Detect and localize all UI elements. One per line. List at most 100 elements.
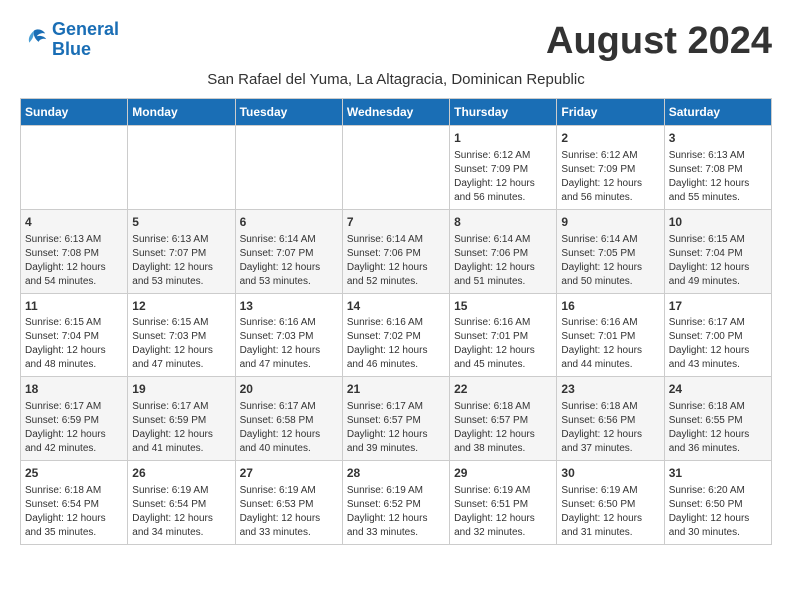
day-number: 20 (240, 381, 338, 398)
calendar-cell: 26 Sunrise: 6:19 AM Sunset: 6:54 PM Dayli… (128, 461, 235, 545)
calendar-cell: 3Sunrise: 6:13 AM Sunset: 7:08 PM Daylig… (664, 126, 771, 210)
day-number: 24 (669, 381, 767, 398)
calendar-cell (128, 126, 235, 210)
day-info: Sunrise: 6:19 AM Sunset: 6:54 PM Dayligh… (132, 484, 230, 540)
calendar-cell (235, 126, 342, 210)
day-number: 17 (669, 298, 767, 315)
day-number: 1 (454, 130, 552, 147)
calendar-cell: 8 Sunrise: 6:14 AM Sunset: 7:06 PM Daylig… (450, 209, 557, 293)
day-info: Sunrise: 6:15 AM Sunset: 7:04 PM Dayligh… (25, 316, 123, 372)
day-number: 27 (240, 465, 338, 482)
day-number: 7 (347, 214, 445, 231)
header-day-tuesday: Tuesday (235, 99, 342, 126)
day-info: Sunrise: 6:15 AM Sunset: 7:03 PM Dayligh… (132, 316, 230, 372)
calendar-cell: 16Sunrise: 6:16 AM Sunset: 7:01 PM Dayli… (557, 293, 664, 377)
calendar-table: SundayMondayTuesdayWednesdayThursdayFrid… (20, 98, 772, 545)
day-number: 11 (25, 298, 123, 315)
calendar-cell: 4 Sunrise: 6:13 AM Sunset: 7:08 PM Daylig… (21, 209, 128, 293)
calendar-cell: 23Sunrise: 6:18 AM Sunset: 6:56 PM Dayli… (557, 377, 664, 461)
day-info: Sunrise: 6:16 AM Sunset: 7:01 PM Dayligh… (454, 316, 552, 372)
header-row: SundayMondayTuesdayWednesdayThursdayFrid… (21, 99, 772, 126)
day-number: 28 (347, 465, 445, 482)
day-info: Sunrise: 6:16 AM Sunset: 7:02 PM Dayligh… (347, 316, 445, 372)
day-number: 10 (669, 214, 767, 231)
day-number: 21 (347, 381, 445, 398)
calendar-body: 1 Sunrise: 6:12 AM Sunset: 7:09 PM Daylig… (21, 126, 772, 545)
day-number: 12 (132, 298, 230, 315)
day-info: Sunrise: 6:19 AM Sunset: 6:50 PM Dayligh… (561, 484, 659, 540)
day-number: 6 (240, 214, 338, 231)
day-info: Sunrise: 6:14 AM Sunset: 7:06 PM Dayligh… (454, 233, 552, 289)
calendar-cell: 12Sunrise: 6:15 AM Sunset: 7:03 PM Dayli… (128, 293, 235, 377)
day-info: Sunrise: 6:12 AM Sunset: 7:09 PM Dayligh… (454, 149, 552, 205)
day-info: Sunrise: 6:18 AM Sunset: 6:56 PM Dayligh… (561, 400, 659, 456)
day-number: 8 (454, 214, 552, 231)
day-info: Sunrise: 6:18 AM Sunset: 6:57 PM Dayligh… (454, 400, 552, 456)
day-number: 25 (25, 465, 123, 482)
day-info: Sunrise: 6:14 AM Sunset: 7:07 PM Dayligh… (240, 233, 338, 289)
calendar-cell: 30Sunrise: 6:19 AM Sunset: 6:50 PM Dayli… (557, 461, 664, 545)
day-number: 3 (669, 130, 767, 147)
calendar-cell: 5 Sunrise: 6:13 AM Sunset: 7:07 PM Daylig… (128, 209, 235, 293)
day-number: 15 (454, 298, 552, 315)
day-info: Sunrise: 6:13 AM Sunset: 7:08 PM Dayligh… (25, 233, 123, 289)
week-row-5: 25 Sunrise: 6:18 AM Sunset: 6:54 PM Dayli… (21, 461, 772, 545)
day-info: Sunrise: 6:20 AM Sunset: 6:50 PM Dayligh… (669, 484, 767, 540)
day-number: 26 (132, 465, 230, 482)
day-number: 22 (454, 381, 552, 398)
day-number: 5 (132, 214, 230, 231)
day-info: Sunrise: 6:17 AM Sunset: 6:59 PM Dayligh… (132, 400, 230, 456)
calendar-cell: 28Sunrise: 6:19 AM Sunset: 6:52 PM Dayli… (342, 461, 449, 545)
day-number: 19 (132, 381, 230, 398)
day-info: Sunrise: 6:16 AM Sunset: 7:03 PM Dayligh… (240, 316, 338, 372)
calendar-cell: 6 Sunrise: 6:14 AM Sunset: 7:07 PM Daylig… (235, 209, 342, 293)
month-title: August 2024 (546, 20, 772, 63)
day-info: Sunrise: 6:19 AM Sunset: 6:53 PM Dayligh… (240, 484, 338, 540)
day-number: 31 (669, 465, 767, 482)
calendar-cell: 13Sunrise: 6:16 AM Sunset: 7:03 PM Dayli… (235, 293, 342, 377)
calendar-cell: 22 Sunrise: 6:18 AM Sunset: 6:57 PM Dayli… (450, 377, 557, 461)
calendar-cell: 1 Sunrise: 6:12 AM Sunset: 7:09 PM Daylig… (450, 126, 557, 210)
logo: General Blue (20, 20, 119, 60)
calendar-cell: 27 Sunrise: 6:19 AM Sunset: 6:53 PM Dayli… (235, 461, 342, 545)
day-info: Sunrise: 6:14 AM Sunset: 7:06 PM Dayligh… (347, 233, 445, 289)
header-day-monday: Monday (128, 99, 235, 126)
day-number: 4 (25, 214, 123, 231)
calendar-cell: 24 Sunrise: 6:18 AM Sunset: 6:55 PM Dayli… (664, 377, 771, 461)
day-number: 2 (561, 130, 659, 147)
calendar-header: SundayMondayTuesdayWednesdayThursdayFrid… (21, 99, 772, 126)
day-info: Sunrise: 6:18 AM Sunset: 6:55 PM Dayligh… (669, 400, 767, 456)
calendar-cell: 10 Sunrise: 6:15 AM Sunset: 7:04 PM Dayli… (664, 209, 771, 293)
day-info: Sunrise: 6:18 AM Sunset: 6:54 PM Dayligh… (25, 484, 123, 540)
day-number: 13 (240, 298, 338, 315)
day-info: Sunrise: 6:19 AM Sunset: 6:51 PM Dayligh… (454, 484, 552, 540)
day-info: Sunrise: 6:14 AM Sunset: 7:05 PM Dayligh… (561, 233, 659, 289)
day-info: Sunrise: 6:17 AM Sunset: 6:58 PM Dayligh… (240, 400, 338, 456)
day-info: Sunrise: 6:17 AM Sunset: 7:00 PM Dayligh… (669, 316, 767, 372)
day-number: 14 (347, 298, 445, 315)
calendar-cell: 15Sunrise: 6:16 AM Sunset: 7:01 PM Dayli… (450, 293, 557, 377)
logo-text: General Blue (52, 20, 119, 60)
day-info: Sunrise: 6:13 AM Sunset: 7:07 PM Dayligh… (132, 233, 230, 289)
day-number: 9 (561, 214, 659, 231)
calendar-cell: 2 Sunrise: 6:12 AM Sunset: 7:09 PM Daylig… (557, 126, 664, 210)
calendar-cell: 29 Sunrise: 6:19 AM Sunset: 6:51 PM Dayli… (450, 461, 557, 545)
week-row-4: 18 Sunrise: 6:17 AM Sunset: 6:59 PM Dayli… (21, 377, 772, 461)
day-info: Sunrise: 6:17 AM Sunset: 6:59 PM Dayligh… (25, 400, 123, 456)
logo-bird-icon (20, 26, 48, 54)
header-day-thursday: Thursday (450, 99, 557, 126)
calendar-cell: 20 Sunrise: 6:17 AM Sunset: 6:58 PM Dayli… (235, 377, 342, 461)
day-info: Sunrise: 6:12 AM Sunset: 7:09 PM Dayligh… (561, 149, 659, 205)
day-info: Sunrise: 6:15 AM Sunset: 7:04 PM Dayligh… (669, 233, 767, 289)
day-number: 18 (25, 381, 123, 398)
page-header: General Blue August 2024 (20, 20, 772, 63)
calendar-cell: 9 Sunrise: 6:14 AM Sunset: 7:05 PM Daylig… (557, 209, 664, 293)
day-info: Sunrise: 6:16 AM Sunset: 7:01 PM Dayligh… (561, 316, 659, 372)
calendar-cell (342, 126, 449, 210)
day-number: 29 (454, 465, 552, 482)
day-number: 16 (561, 298, 659, 315)
calendar-cell: 25 Sunrise: 6:18 AM Sunset: 6:54 PM Dayli… (21, 461, 128, 545)
calendar-cell: 19 Sunrise: 6:17 AM Sunset: 6:59 PM Dayli… (128, 377, 235, 461)
calendar-cell: 21Sunrise: 6:17 AM Sunset: 6:57 PM Dayli… (342, 377, 449, 461)
subtitle: San Rafael del Yuma, La Altagracia, Domi… (20, 71, 772, 88)
